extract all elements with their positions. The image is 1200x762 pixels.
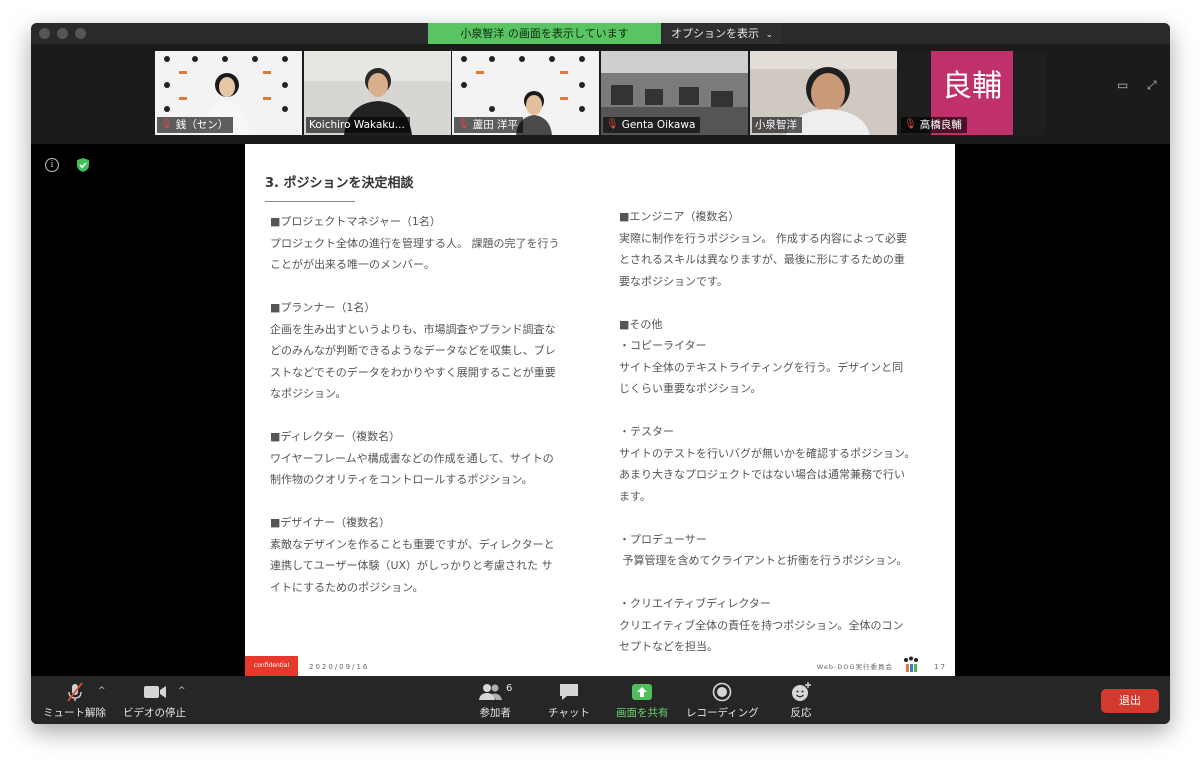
title-underline	[265, 201, 355, 202]
unmute-button[interactable]: ミュート解除	[43, 681, 106, 720]
chevron-down-icon: ⌄	[765, 30, 774, 40]
chat-label: チャット	[548, 707, 590, 719]
fullscreen-icon[interactable]: ⤢	[1147, 78, 1161, 92]
close-window-icon[interactable]	[39, 28, 50, 39]
paw-logo-icon	[904, 656, 918, 672]
participant-name: 小泉智洋	[755, 119, 797, 131]
slide-title: 3. ポジションを決定相談	[265, 176, 414, 191]
participant-tile[interactable]: 良輔 🎙 高橋良輔	[899, 51, 1046, 135]
video-options-caret-icon[interactable]: ^	[178, 686, 186, 696]
chat-bubble-icon	[559, 684, 578, 700]
muted-mic-icon: 🎙	[160, 119, 173, 130]
smiley-add-icon	[792, 682, 811, 701]
stop-video-button[interactable]: ビデオの停止	[123, 681, 186, 720]
view-options-label: オプションを表示	[671, 27, 759, 40]
share-screen-label: 画面を共有	[616, 707, 669, 719]
minimize-window-icon[interactable]	[57, 28, 68, 39]
reactions-button[interactable]: 反応	[790, 681, 812, 720]
shared-screen-stage: i 3. ポジションを決定相談 ■プロジェクトマネジャー（1名） プロジェクト全…	[31, 144, 1170, 676]
participant-name: Koichiro Wakaku...	[309, 119, 405, 131]
participants-icon	[479, 684, 502, 700]
confidential-badge: confidential	[245, 656, 298, 676]
participant-name: 高橋良輔	[919, 119, 962, 131]
participant-name-tag: 🎙 Genta Oikawa	[603, 117, 701, 133]
participant-tile[interactable]: 🎙 蘆田 洋平	[452, 51, 599, 135]
organization-name: Web-DOG実行委員会	[816, 663, 893, 671]
participant-name: 銭（セン）	[175, 119, 229, 131]
slide-date: 2020/09/16	[309, 663, 370, 671]
participants-label: 参加者	[479, 707, 511, 719]
participant-name-tag: 小泉智洋	[752, 117, 802, 133]
video-camera-icon	[143, 686, 166, 698]
meeting-toolbar: ミュート解除 ^ ビデオの停止 ^ 6 参加者 チャット 画面を共有 レコーディ…	[31, 676, 1170, 724]
slide-left-column: ■プロジェクトマネジャー（1名） プロジェクト全体の進行を管理する人。 課題の完…	[270, 215, 560, 594]
participant-name: 蘆田 洋平	[472, 119, 519, 131]
participant-name: Genta Oikawa	[621, 119, 696, 131]
muted-mic-icon: 🎙	[904, 119, 917, 130]
stop-video-label: ビデオの停止	[123, 707, 186, 719]
unmute-label: ミュート解除	[43, 707, 106, 719]
record-label: レコーディング	[686, 707, 759, 719]
leave-meeting-button[interactable]: 退出	[1101, 689, 1159, 713]
title-bar: 小泉智洋 の画面を表示しています オプションを表示 ⌄	[31, 23, 1170, 44]
participant-tile-active-speaker[interactable]: 小泉智洋	[750, 51, 897, 135]
participant-name-tag: 🎙 蘆田 洋平	[454, 117, 524, 133]
participant-name-tag: 🎙 銭（セン）	[157, 117, 234, 133]
presentation-slide: 3. ポジションを決定相談 ■プロジェクトマネジャー（1名） プロジェクト全体の…	[245, 144, 955, 676]
zoom-window-icon[interactable]	[75, 28, 86, 39]
shield-icon[interactable]	[76, 157, 90, 173]
chat-button[interactable]: チャット	[548, 681, 590, 720]
participant-name-tag: 🎙 高橋良輔	[901, 117, 967, 133]
info-icon[interactable]: i	[45, 158, 59, 172]
share-screen-icon	[632, 684, 653, 700]
participants-button[interactable]: 6 参加者	[478, 681, 512, 720]
muted-mic-icon: 🎙	[457, 119, 470, 130]
view-options-button[interactable]: オプションを表示 ⌄	[663, 23, 782, 44]
reactions-label: 反応	[790, 707, 812, 719]
screen-share-banner: 小泉智洋 の画面を表示しています	[428, 23, 661, 44]
participant-tile[interactable]: 🎙 銭（セン）	[155, 51, 302, 135]
muted-mic-icon: 🎙	[606, 119, 619, 130]
muted-mic-icon	[66, 682, 83, 702]
participants-count: 6	[506, 682, 513, 694]
slide-page-number: 17	[934, 663, 947, 671]
record-icon	[713, 682, 732, 702]
audio-options-caret-icon[interactable]: ^	[98, 686, 106, 696]
gallery-layout-icon[interactable]: ▭	[1117, 78, 1131, 92]
slide-right-column: ■エンジニア（複数名） 実際に制作を行うポジション。 作成する内容によって必要 …	[619, 210, 916, 653]
participant-name-tag: Koichiro Wakaku...	[306, 117, 410, 133]
name-placeholder-text: 良輔	[942, 69, 1002, 104]
share-screen-button[interactable]: 画面を共有	[616, 681, 669, 720]
participant-tile[interactable]: 🎙 Genta Oikawa	[601, 51, 748, 135]
participant-tile[interactable]: Koichiro Wakaku...	[304, 51, 451, 135]
participant-gallery: 🎙 銭（セン） Koichiro Wakaku... 🎙 蘆田 洋平 🎙 Gen…	[31, 44, 1170, 144]
record-button[interactable]: レコーディング	[686, 681, 759, 720]
zoom-window: 小泉智洋 の画面を表示しています オプションを表示 ⌄ 🎙 銭（セン） Koic…	[31, 23, 1170, 724]
